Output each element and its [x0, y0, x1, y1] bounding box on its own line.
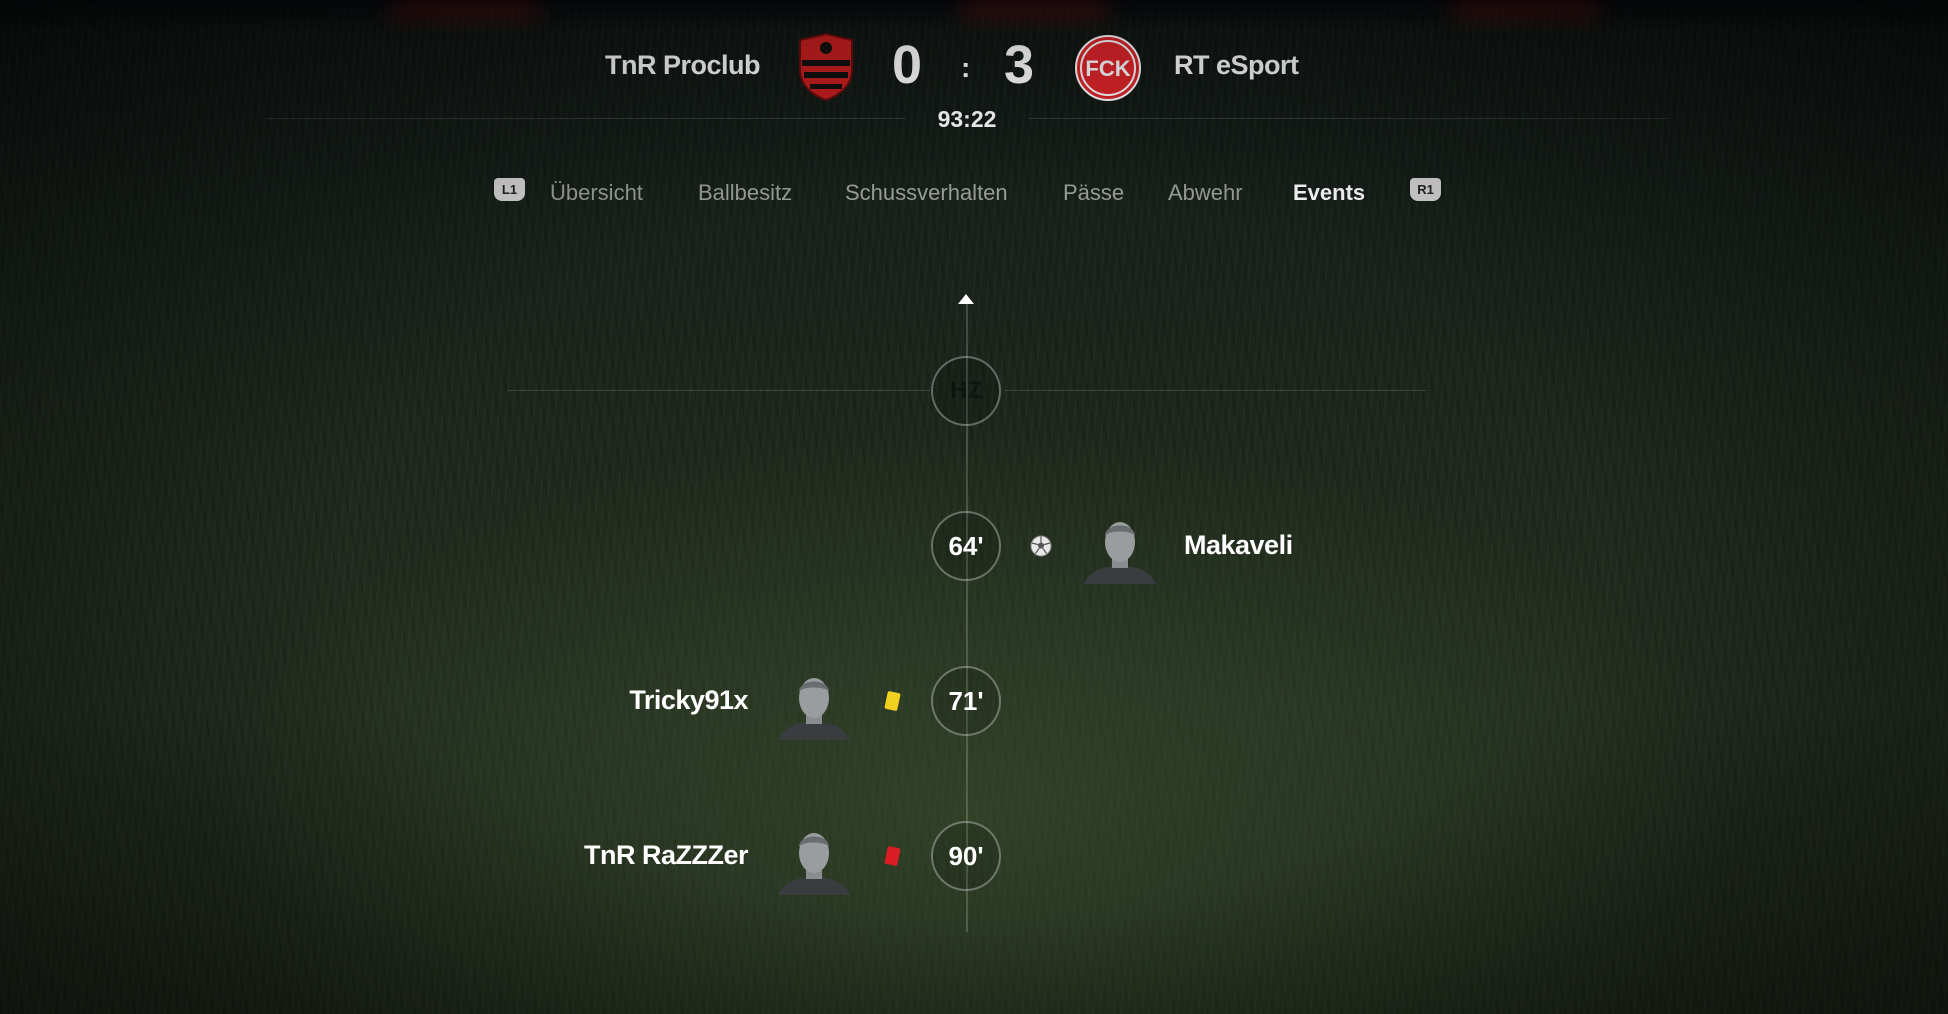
player-avatar — [778, 678, 850, 740]
halftime-line-right — [1004, 390, 1426, 391]
header-divider-right — [1028, 118, 1668, 119]
event-minute: 90' — [931, 821, 1001, 891]
r1-shoulder-button-icon[interactable]: R1 — [1410, 178, 1441, 201]
tab-abwehr[interactable]: Abwehr — [1168, 180, 1243, 206]
l1-shoulder-button-icon[interactable]: L1 — [494, 178, 525, 201]
event-player-name: TnR RaZZZer — [583, 840, 749, 870]
yellow-card-icon — [884, 690, 901, 712]
away-crest-text: FCK — [1085, 56, 1130, 81]
away-team-name: RT eSport — [1174, 50, 1299, 80]
halftime-line-left — [508, 390, 930, 391]
scroll-up-arrow-icon[interactable] — [958, 294, 974, 304]
tab-schussverhalten[interactable]: Schussverhalten — [845, 180, 1008, 206]
away-score: 3 — [1004, 35, 1035, 95]
top-strip — [0, 0, 1948, 30]
home-team-crest-icon — [799, 32, 853, 102]
event-minute: 64' — [931, 511, 1001, 581]
top-glow — [390, 0, 540, 20]
score-separator: : — [961, 52, 971, 83]
away-team-crest-icon: FCK — [1075, 35, 1141, 101]
player-avatar — [1084, 522, 1156, 584]
player-avatar — [778, 833, 850, 895]
tab-paesse[interactable]: Pässe — [1063, 180, 1124, 206]
event-player-name: Makaveli — [1184, 530, 1293, 560]
halftime-marker: HZ — [931, 356, 1001, 426]
top-glow — [960, 0, 1110, 20]
top-glow — [1450, 0, 1600, 20]
header-divider-left — [266, 118, 906, 119]
tab-uebersicht[interactable]: Übersicht — [550, 180, 643, 206]
soccer-ball-icon — [1030, 535, 1052, 557]
tab-events[interactable]: Events — [1293, 180, 1365, 206]
match-clock: 93:22 — [937, 106, 997, 132]
event-player-name: Tricky91x — [629, 685, 748, 715]
home-score: 0 — [892, 35, 923, 95]
event-minute: 71' — [931, 666, 1001, 736]
tab-ballbesitz[interactable]: Ballbesitz — [698, 180, 792, 206]
home-team-name: TnR Proclub — [605, 50, 761, 80]
red-card-icon — [884, 845, 901, 867]
